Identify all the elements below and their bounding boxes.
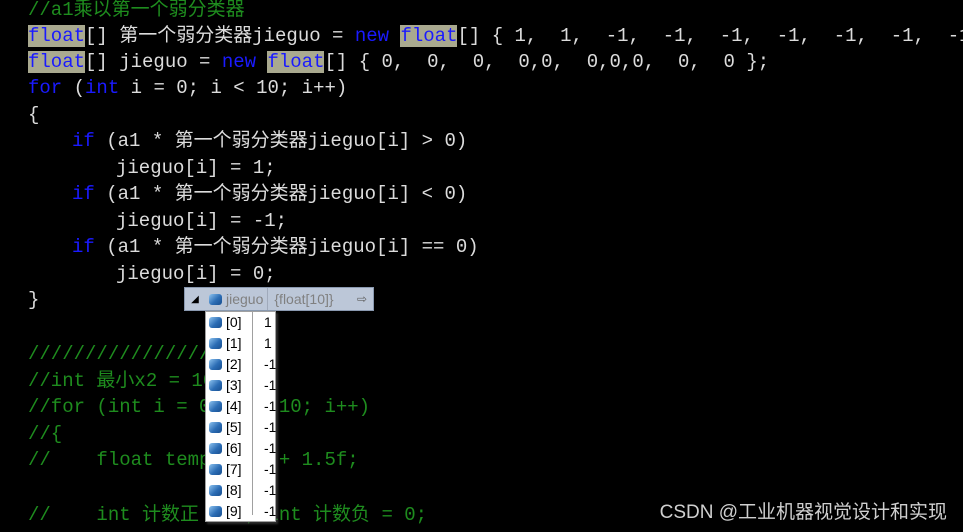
item-value: 1 [264,335,272,351]
keyword: new [221,51,257,73]
code-comment: //a1乘以第一个弱分类器 [28,0,245,21]
item-index: [5] [226,419,242,435]
item-value: -1 [264,482,277,498]
code-line: jieguo[i] = 0; [116,263,276,285]
code-text: (a1 * 第一个弱分类器jieguo[i] == 0) [94,236,479,258]
datatip-name-cell: jieguo [205,288,269,310]
element-icon [209,422,222,433]
datatip-item[interactable]: [2] -1 [209,354,276,375]
element-icon [209,401,222,412]
datatip-item[interactable]: [4] -1 [209,396,276,417]
code-line: jieguo[i] = 1; [116,157,276,179]
keyword: int [85,77,120,99]
datatip-header[interactable]: ◢ jieguo {float[10]} ⇨ [184,287,374,311]
code-line: jieguo[i] = -1; [116,210,288,232]
keyword-highlight: float [400,25,458,47]
element-icon [209,359,222,370]
item-value: -1 [264,461,277,477]
code-comment: //{ [28,423,63,445]
code-line: float[] 第一个弱分类器jieguo = new float[] { 1,… [28,23,963,49]
element-icon [209,506,222,517]
collapse-triangle-icon[interactable]: ◢ [185,294,205,305]
code-text: ( [62,77,86,99]
item-index: [6] [226,440,242,456]
datatip-item[interactable]: [7] -1 [209,459,276,480]
code-editor[interactable]: //a1乘以第一个弱分类器 float[] 第一个弱分类器jieguo = ne… [0,0,963,532]
element-icon [209,464,222,475]
element-icon [209,380,222,391]
keyword-highlight: float [28,51,86,73]
keyword: new [354,25,390,47]
item-value: -1 [264,356,277,372]
code-comment: // float tempx = x + 1.5f; [28,449,359,471]
code-text: i = 0; i < 10; i++) [119,77,348,99]
item-value: -1 [264,440,277,456]
datatip-item[interactable]: [8] -1 [209,480,276,501]
keyword: if [72,130,95,152]
code-comment: //for (int i = 0; i < 10; i++) [28,396,371,418]
code-text: [] { 0, 0, 0, 0,0, 0,0,0, 0, 0 }; [324,51,770,73]
keyword: for [28,77,63,99]
item-value: -1 [264,398,277,414]
keyword-highlight: float [267,51,325,73]
datatip-children: [0] 1 [1] 1 [2] -1 [3] -1 [4] -1 [5] -1 [6] -1 … [205,311,276,522]
code-text: [] jieguo = [85,51,222,73]
item-index: [7] [226,461,242,477]
item-index: [1] [226,335,242,351]
item-index: [3] [226,377,242,393]
item-index: [9] [226,503,242,519]
item-value: -1 [264,419,277,435]
datatip-item[interactable]: [3] -1 [209,375,276,396]
variable-name: jieguo [226,291,264,307]
code-line: if (a1 * 第一个弱分类器jieguo[i] > 0) [72,128,467,154]
datatip-item[interactable]: [5] -1 [209,417,276,438]
datatip-item[interactable]: [1] 1 [209,333,272,354]
element-icon [209,443,222,454]
code-text: [] 第一个弱分类器jieguo = [85,25,355,47]
item-value: -1 [264,377,277,393]
element-icon [209,338,222,349]
item-value: 1 [264,314,272,330]
item-value: -1 [264,503,277,519]
code-line: if (a1 * 第一个弱分类器jieguo[i] < 0) [72,181,467,207]
keyword-highlight: float [28,25,86,47]
keyword: if [72,236,95,258]
datatip-item[interactable]: [6] -1 [209,438,276,459]
variable-icon [209,293,222,305]
keyword: if [72,183,95,205]
code-line: } [28,289,40,311]
element-icon [209,317,222,328]
item-index: [4] [226,398,242,414]
code-comment: //////////////// [28,343,211,365]
item-index: [2] [226,356,242,372]
item-index: [8] [226,482,242,498]
code-text: (a1 * 第一个弱分类器jieguo[i] < 0) [94,183,468,205]
code-line: if (a1 * 第一个弱分类器jieguo[i] == 0) [72,234,479,260]
datatip-item[interactable]: [0] 1 [209,312,272,333]
item-index: [0] [226,314,242,330]
code-line: for (int i = 0; i < 10; i++) [28,75,347,101]
code-text: [] { 1, 1, -1, -1, -1, -1, -1, -1, -1, -… [457,25,963,47]
variable-value: {float[10]} [274,291,334,307]
code-comment: //int 最小x2 = 10 [28,370,215,392]
code-text: (a1 * 第一个弱分类器jieguo[i] > 0) [94,130,468,152]
code-line: float[] jieguo = new float[] { 0, 0, 0, … [28,49,769,75]
datatip-item[interactable]: [9] -1 [209,501,276,522]
watermark: CSDN @工业机器视觉设计和实现 [659,502,947,523]
pin-icon[interactable]: ⇨ [357,292,373,306]
code-line: { [28,104,40,126]
element-icon [209,485,222,496]
